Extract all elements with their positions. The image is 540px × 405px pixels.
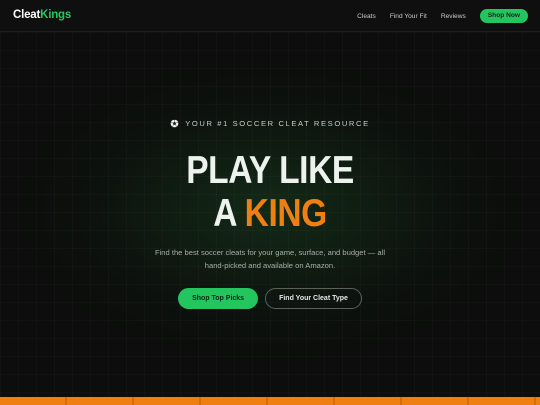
landing-page: CleatKings Cleats Find Your Fit Reviews … bbox=[0, 0, 540, 405]
find-cleat-type-button[interactable]: Find Your Cleat Type bbox=[265, 288, 362, 309]
soccer-ball-icon bbox=[170, 119, 180, 128]
nav-link-reviews[interactable]: Reviews bbox=[441, 13, 466, 20]
headline-prefix: A bbox=[213, 192, 236, 235]
hero-eyebrow: YOUR #1 SOCCER CLEAT RESOURCE bbox=[0, 119, 540, 128]
bottom-accent-strip bbox=[0, 397, 540, 405]
nav-link-find-your-fit[interactable]: Find Your Fit bbox=[390, 13, 427, 20]
headline-line-1: PLAY LIKE bbox=[186, 149, 354, 192]
hero-subtext: Find the best soccer cleats for your gam… bbox=[154, 248, 386, 270]
hero-section: YOUR #1 SOCCER CLEAT RESOURCE PLAY LIKE … bbox=[0, 32, 540, 397]
logo-text-cleat: Cleat bbox=[13, 9, 41, 21]
nav-link-cleats[interactable]: Cleats bbox=[357, 13, 376, 20]
logo-text-kings: Kings bbox=[40, 9, 72, 21]
headline-accent: KING bbox=[244, 192, 328, 235]
headline-line-2: A KING bbox=[38, 192, 502, 235]
shop-now-button[interactable]: Shop Now bbox=[479, 9, 528, 23]
site-logo[interactable]: CleatKings bbox=[13, 8, 71, 23]
shop-top-picks-button[interactable]: Shop Top Picks bbox=[178, 288, 259, 309]
top-navbar: CleatKings Cleats Find Your Fit Reviews … bbox=[0, 0, 540, 32]
hero-headline: PLAY LIKE A KING bbox=[38, 149, 502, 235]
eyebrow-text: YOUR #1 SOCCER CLEAT RESOURCE bbox=[185, 119, 370, 128]
hero-buttons: Shop Top Picks Find Your Cleat Type bbox=[0, 288, 540, 309]
nav-menu: Cleats Find Your Fit Reviews Shop Now bbox=[357, 8, 528, 24]
